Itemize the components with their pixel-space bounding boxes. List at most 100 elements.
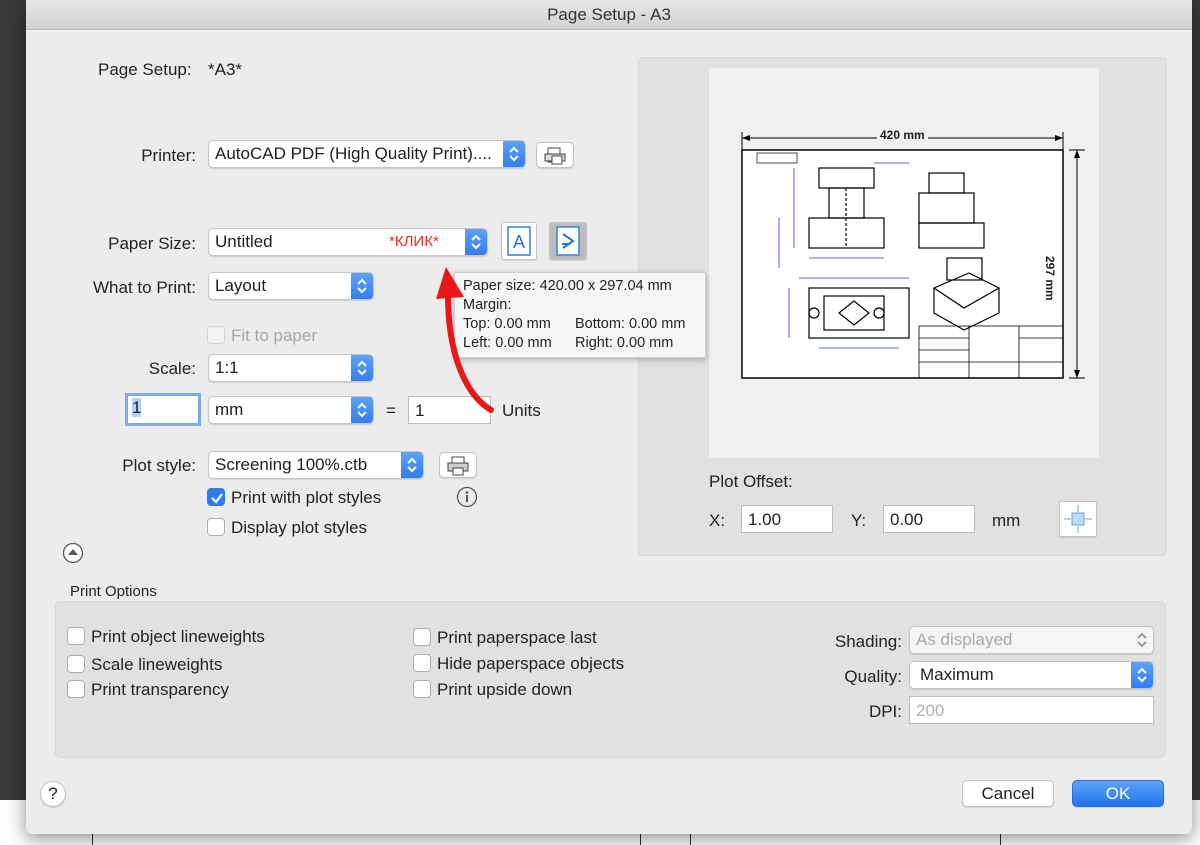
offset-unit-label: mm xyxy=(992,511,1021,530)
dpi-input[interactable]: 200 xyxy=(909,696,1154,724)
portrait-orientation-button[interactable]: A xyxy=(501,222,537,260)
red-arrow-annotation xyxy=(436,267,494,413)
cancel-button[interactable]: Cancel xyxy=(962,780,1054,807)
print-with-plot-styles-checkbox[interactable] xyxy=(207,488,225,506)
help-button[interactable]: ? xyxy=(40,781,66,807)
quality-select[interactable]: Maximum xyxy=(909,661,1154,689)
printer-properties-icon xyxy=(544,147,566,165)
page-setup-dialog: Page Setup - A3 Page Setup: *A3* Printer… xyxy=(26,0,1192,834)
tooltip-paper-size: Paper size: 420.00 x 297.04 mm xyxy=(463,278,672,294)
hide-paperspace-objects-label: Hide paperspace objects xyxy=(437,654,625,673)
center-plot-button[interactable] xyxy=(1059,501,1097,537)
shading-label: Shading: xyxy=(834,632,902,651)
print-paperspace-last-label: Print paperspace last xyxy=(437,628,597,647)
offset-y-input[interactable]: 0.00 xyxy=(883,505,975,533)
printer-properties-button[interactable] xyxy=(536,142,574,168)
scale-label: Scale: xyxy=(148,359,196,378)
offset-y-label: Y: xyxy=(851,511,867,530)
scale-unit-value: mm xyxy=(215,400,244,419)
tooltip-bottom: Bottom: 0.00 mm xyxy=(575,316,686,332)
print-options-panel: Print object lineweights Scale lineweigh… xyxy=(55,601,1166,758)
print-object-lineweights-label: Print object lineweights xyxy=(91,627,265,646)
display-plot-styles-label: Display plot styles xyxy=(231,518,368,537)
plot-offset-label: Plot Offset: xyxy=(709,472,793,491)
printer-label: Printer: xyxy=(141,146,196,165)
collapse-button[interactable] xyxy=(62,542,84,569)
quality-label: Quality: xyxy=(844,667,902,686)
help-icon: ? xyxy=(48,784,58,803)
scale-unit-select[interactable]: mm xyxy=(208,396,374,424)
page-setup-name: *A3* xyxy=(208,60,243,79)
scale-lineweights-checkbox[interactable] xyxy=(67,655,85,673)
shading-select[interactable]: As displayed xyxy=(909,626,1154,654)
shading-value: As displayed xyxy=(916,630,1013,649)
equals-sign: = xyxy=(386,401,396,420)
plot-style-edit-button[interactable] xyxy=(439,452,477,478)
window-title: Page Setup - A3 xyxy=(26,0,1192,30)
info-icon[interactable] xyxy=(456,486,478,513)
print-transparency-checkbox[interactable] xyxy=(67,680,85,698)
chevron-updown-icon xyxy=(351,397,373,423)
print-upside-down-label: Print upside down xyxy=(437,680,573,699)
cancel-label: Cancel xyxy=(981,784,1035,803)
fit-to-paper-label: Fit to paper xyxy=(231,326,317,345)
chevron-updown-icon xyxy=(1131,627,1153,653)
chevron-up-circle-icon xyxy=(62,542,84,564)
width-dimension: 420 mm xyxy=(877,128,928,142)
paper-size-value: Untitled xyxy=(215,232,273,251)
plot-style-select[interactable]: Screening 100%.ctb xyxy=(208,451,424,479)
plot-style-label: Plot style: xyxy=(122,456,196,475)
plot-style-value: Screening 100%.ctb xyxy=(215,455,368,474)
fit-to-paper-checkbox[interactable] xyxy=(207,326,225,344)
paper-preview: 420 mm 297 mm xyxy=(709,68,1099,458)
printer-edit-icon xyxy=(447,456,469,476)
svg-text:A: A xyxy=(513,232,525,252)
chevron-updown-icon xyxy=(465,229,487,255)
print-with-plot-styles-label: Print with plot styles xyxy=(231,488,382,507)
landscape-orientation-button[interactable] xyxy=(549,222,587,260)
units-label: Units xyxy=(502,401,541,420)
print-object-lineweights-checkbox[interactable] xyxy=(67,627,85,645)
dpi-value: 200 xyxy=(916,701,945,720)
paper-size-label: Paper Size: xyxy=(108,234,196,253)
offset-y-value: 0.00 xyxy=(890,510,924,529)
offset-x-value: 1.00 xyxy=(748,510,782,529)
printer-select[interactable]: AutoCAD PDF (High Quality Print).... xyxy=(208,140,526,168)
portrait-icon: A xyxy=(507,226,531,256)
print-paperspace-last-checkbox[interactable] xyxy=(413,628,431,646)
offset-x-input[interactable]: 1.00 xyxy=(741,505,833,533)
print-transparency-label: Print transparency xyxy=(91,680,229,699)
what-to-print-value: Layout xyxy=(215,276,267,295)
quality-value: Maximum xyxy=(920,665,994,684)
printer-select-value: AutoCAD PDF (High Quality Print).... xyxy=(215,144,492,163)
ok-label: OK xyxy=(1105,784,1131,803)
offset-x-label: X: xyxy=(709,511,726,530)
scale-value: 1:1 xyxy=(215,358,239,377)
scale-units-input[interactable]: 1 xyxy=(125,393,201,426)
tooltip-margin: Margin: xyxy=(463,297,512,313)
landscape-icon xyxy=(556,226,580,256)
print-options-title: Print Options xyxy=(70,583,157,600)
chevron-updown-icon xyxy=(351,355,373,381)
scale-select[interactable]: 1:1 xyxy=(208,354,374,382)
chevron-updown-icon xyxy=(503,141,525,167)
scale-units-value: 1 xyxy=(132,398,142,417)
drawing-preview xyxy=(741,132,1085,379)
center-plot-icon xyxy=(1064,505,1092,533)
what-to-print-select[interactable]: Layout xyxy=(208,272,374,300)
click-annotation: *КЛИК* xyxy=(389,233,439,250)
chevron-updown-icon xyxy=(1131,662,1153,688)
page-setup-label: Page Setup: xyxy=(98,60,192,79)
chevron-updown-icon xyxy=(401,452,423,478)
height-dimension: 297 mm xyxy=(1043,256,1057,301)
dpi-label: DPI: xyxy=(868,702,902,721)
scale-lineweights-label: Scale lineweights xyxy=(91,655,223,674)
what-to-print-label: What to Print: xyxy=(93,278,196,297)
print-upside-down-checkbox[interactable] xyxy=(413,680,431,698)
hide-paperspace-objects-checkbox[interactable] xyxy=(413,654,431,672)
ok-button[interactable]: OK xyxy=(1072,780,1164,807)
tooltip-right: Right: 0.00 mm xyxy=(575,335,674,351)
paper-size-select[interactable]: Untitled *КЛИК* xyxy=(208,228,488,256)
display-plot-styles-checkbox[interactable] xyxy=(207,518,225,536)
chevron-updown-icon xyxy=(351,273,373,299)
